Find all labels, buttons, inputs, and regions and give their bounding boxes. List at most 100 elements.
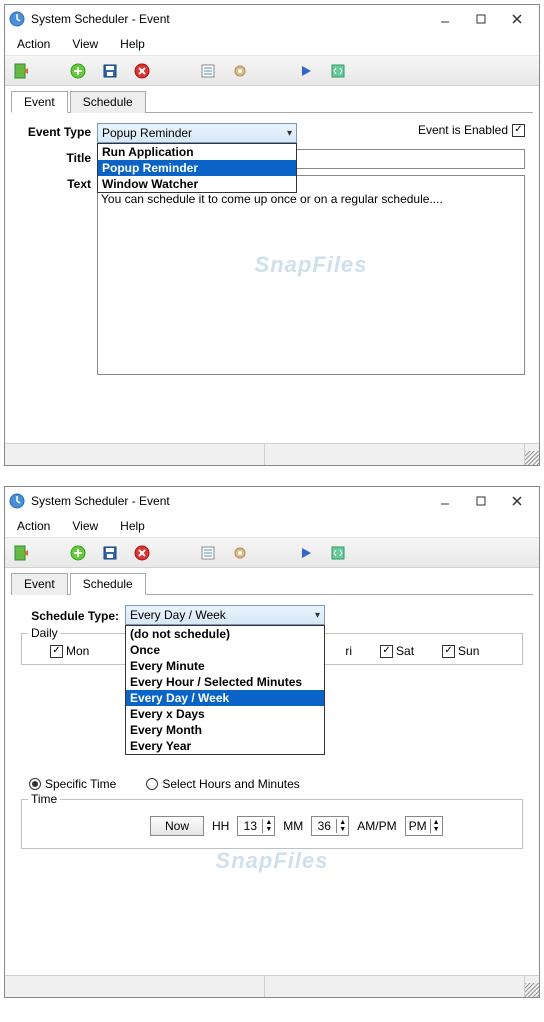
menu-help[interactable]: Help (116, 517, 149, 535)
day-fri: ri (345, 644, 352, 658)
save-icon[interactable] (101, 544, 119, 562)
day-label: ri (345, 644, 352, 658)
schedule-option[interactable]: Every Year (126, 738, 324, 754)
watermark: SnapFiles (255, 252, 368, 278)
event-type-value: Popup Reminder (102, 126, 192, 140)
close-button[interactable] (499, 7, 535, 31)
watermark: SnapFiles (216, 848, 329, 874)
time-legend: Time (28, 792, 60, 806)
ampm-input[interactable] (406, 817, 430, 835)
mm-input[interactable] (312, 817, 336, 835)
schedule-option[interactable]: Every x Days (126, 706, 324, 722)
exit-icon[interactable] (13, 62, 31, 80)
play-icon[interactable] (297, 544, 315, 562)
app-icon (9, 493, 25, 509)
mon-checkbox[interactable]: ✓ (50, 645, 63, 658)
menu-action[interactable]: Action (13, 517, 54, 535)
menu-help[interactable]: Help (116, 35, 149, 53)
titlebar: System Scheduler - Event (5, 5, 539, 33)
add-icon[interactable] (69, 544, 87, 562)
hh-spinner[interactable]: ▲▼ (237, 816, 275, 836)
menu-action[interactable]: Action (13, 35, 54, 53)
delete-icon[interactable] (133, 544, 151, 562)
event-type-combo[interactable]: Popup Reminder Run Application Popup Rem… (97, 123, 297, 143)
resize-grip[interactable] (525, 983, 539, 997)
daily-legend: Daily (28, 626, 61, 640)
sat-checkbox[interactable]: ✓ (380, 645, 393, 658)
specific-time-radio[interactable] (29, 778, 41, 790)
play-icon[interactable] (297, 62, 315, 80)
event-type-option[interactable]: Window Watcher (98, 176, 296, 192)
event-enabled-checkbox[interactable]: ✓ (512, 124, 525, 137)
exit-icon[interactable] (13, 544, 31, 562)
select-hours-radio[interactable] (146, 778, 158, 790)
window-title: System Scheduler - Event (31, 12, 427, 26)
ampm-spinner[interactable]: ▲▼ (405, 816, 443, 836)
menu-view[interactable]: View (68, 35, 102, 53)
gear-icon[interactable] (231, 544, 249, 562)
title-label: Title (19, 149, 91, 165)
tab-schedule[interactable]: Schedule (70, 91, 146, 113)
day-label: Mon (66, 644, 89, 658)
statusbar (5, 975, 539, 997)
menu-view[interactable]: View (68, 517, 102, 535)
event-type-option[interactable]: Popup Reminder (98, 160, 296, 176)
tab-event[interactable]: Event (11, 91, 68, 113)
sun-checkbox[interactable]: ✓ (442, 645, 455, 658)
schedule-option[interactable]: Every Day / Week (126, 690, 324, 706)
day-label: Sun (458, 644, 479, 658)
list-icon[interactable] (199, 544, 217, 562)
resize-grip[interactable] (525, 451, 539, 465)
toolbar (5, 56, 539, 86)
list-icon[interactable] (199, 62, 217, 80)
event-enabled-label: Event is Enabled (418, 123, 508, 137)
menubar: Action View Help (5, 515, 539, 538)
gear-icon[interactable] (231, 62, 249, 80)
tab-event[interactable]: Event (11, 573, 68, 595)
hh-input[interactable] (238, 817, 262, 835)
statusbar (5, 443, 539, 465)
time-fieldset: Time Now HH ▲▼ MM ▲▼ AM/PM ▲▼ (21, 799, 523, 849)
tabs-row: Event Schedule (11, 572, 533, 595)
specific-time-label: Specific Time (45, 777, 116, 791)
minimize-button[interactable] (427, 489, 463, 513)
ampm-label: AM/PM (357, 819, 396, 833)
toolbar (5, 538, 539, 568)
select-hours-label: Select Hours and Minutes (162, 777, 299, 791)
mm-label: MM (283, 819, 303, 833)
maximize-button[interactable] (463, 7, 499, 31)
add-icon[interactable] (69, 62, 87, 80)
event-type-dropdown: Run Application Popup Reminder Window Wa… (97, 143, 297, 193)
schedule-option[interactable]: Every Month (126, 722, 324, 738)
text-label: Text (19, 175, 91, 191)
tab-schedule[interactable]: Schedule (70, 573, 146, 595)
now-button[interactable]: Now (150, 816, 204, 836)
save-icon[interactable] (101, 62, 119, 80)
schedule-type-combo[interactable]: Every Day / Week (do not schedule) Once … (125, 605, 325, 625)
schedule-content: Schedule Type: Every Day / Week (do not … (5, 595, 539, 975)
titlebar: System Scheduler - Event (5, 487, 539, 515)
delete-icon[interactable] (133, 62, 151, 80)
maximize-button[interactable] (463, 489, 499, 513)
mm-spinner[interactable]: ▲▼ (311, 816, 349, 836)
schedule-option[interactable]: Every Hour / Selected Minutes (126, 674, 324, 690)
schedule-type-value: Every Day / Week (130, 608, 226, 622)
schedule-option[interactable]: Once (126, 642, 324, 658)
event-type-label: Event Type (19, 123, 91, 139)
text-input[interactable]: This is a sample popup reminder! You can… (97, 175, 525, 375)
menubar: Action View Help (5, 33, 539, 56)
day-label: Sat (396, 644, 414, 658)
day-sun: ✓Sun (442, 644, 479, 658)
app-icon (9, 11, 25, 27)
minimize-button[interactable] (427, 7, 463, 31)
refresh-icon[interactable] (329, 544, 347, 562)
close-button[interactable] (499, 489, 535, 513)
hh-label: HH (212, 819, 229, 833)
day-sat: ✓Sat (380, 644, 414, 658)
schedule-option[interactable]: Every Minute (126, 658, 324, 674)
window-schedule-tab: System Scheduler - Event Action View Hel… (4, 486, 540, 998)
schedule-option[interactable]: (do not schedule) (126, 626, 324, 642)
tabs-row: Event Schedule (11, 90, 533, 113)
refresh-icon[interactable] (329, 62, 347, 80)
event-type-option[interactable]: Run Application (98, 144, 296, 160)
